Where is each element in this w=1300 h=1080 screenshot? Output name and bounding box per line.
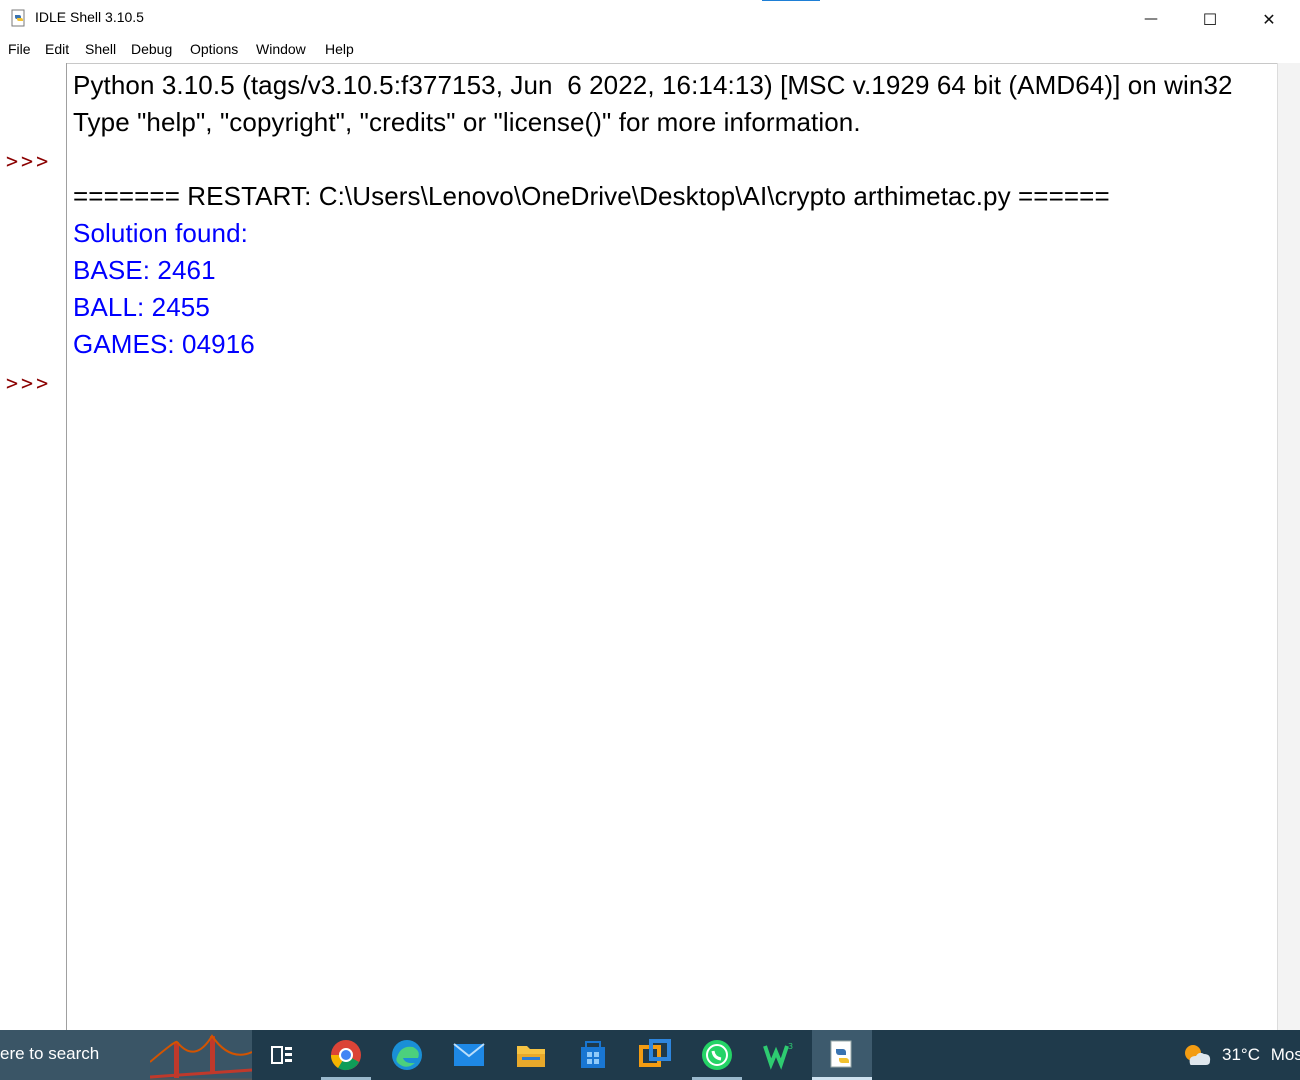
minimize-icon: — [1144,11,1158,27]
file-explorer-icon[interactable] [514,1038,548,1072]
banner-line: Python 3.10.5 (tags/v3.10.5:f377153, Jun… [73,70,1233,100]
menu-options[interactable]: Options [190,41,238,57]
shell-prompt: >>> [6,371,52,395]
menu-debug[interactable]: Debug [131,41,172,57]
svg-text:3: 3 [788,1042,793,1051]
output-line: BASE: 2461 [73,255,216,285]
minimize-button[interactable]: — [1122,0,1180,38]
shell-text-area[interactable]: Python 3.10.5 (tags/v3.10.5:f377153, Jun… [67,63,1277,1031]
close-button[interactable]: ✕ [1240,0,1298,38]
maximize-icon: ☐ [1202,9,1218,29]
taskbar: ere to search 3 31°C Mos [0,1030,1300,1080]
prompt-gutter: >>> >>> [0,63,67,1030]
output-line: Solution found: [73,218,248,248]
python-file-icon [11,9,25,27]
wps-icon[interactable]: 3 [762,1038,796,1072]
output-line: GAMES: 04916 [73,329,255,359]
weather-description: Mos [1270,1045,1300,1064]
mail-icon[interactable] [452,1038,486,1072]
task-view-icon[interactable] [265,1038,299,1072]
menu-edit[interactable]: Edit [45,41,69,57]
weather-temperature: 31°C [1222,1045,1260,1064]
taskbar-search-box[interactable]: ere to search [0,1030,252,1080]
close-icon: ✕ [1262,9,1276,29]
maximize-button[interactable]: ☐ [1181,0,1239,38]
menu-bar: File Edit Shell Debug Options Window Hel… [0,38,1300,62]
weather-icon[interactable] [1182,1042,1212,1068]
title-bar: IDLE Shell 3.10.5 — ☐ ✕ [0,0,1300,38]
chrome-icon[interactable] [329,1038,363,1072]
menu-file[interactable]: File [8,41,31,57]
menu-shell[interactable]: Shell [85,41,116,57]
output-line: BALL: 2455 [73,292,210,322]
weather-text[interactable]: 31°C Mos [1222,1045,1300,1065]
vmware-icon[interactable] [638,1038,672,1072]
menu-window[interactable]: Window [256,41,306,57]
whatsapp-icon[interactable] [700,1038,734,1072]
vertical-scrollbar[interactable] [1277,63,1300,1030]
window-title: IDLE Shell 3.10.5 [35,9,144,25]
edge-icon[interactable] [390,1038,424,1072]
menu-help[interactable]: Help [325,41,354,57]
bridge-icon [150,1034,252,1080]
idle-icon[interactable] [825,1038,859,1072]
store-icon[interactable] [576,1038,610,1072]
title-accent [762,0,820,1]
restart-line: ======= RESTART: C:\Users\Lenovo\OneDriv… [73,181,1110,211]
shell-prompt: >>> [6,149,52,173]
search-placeholder: ere to search [0,1044,100,1063]
banner-line: Type "help", "copyright", "credits" or "… [73,107,861,137]
